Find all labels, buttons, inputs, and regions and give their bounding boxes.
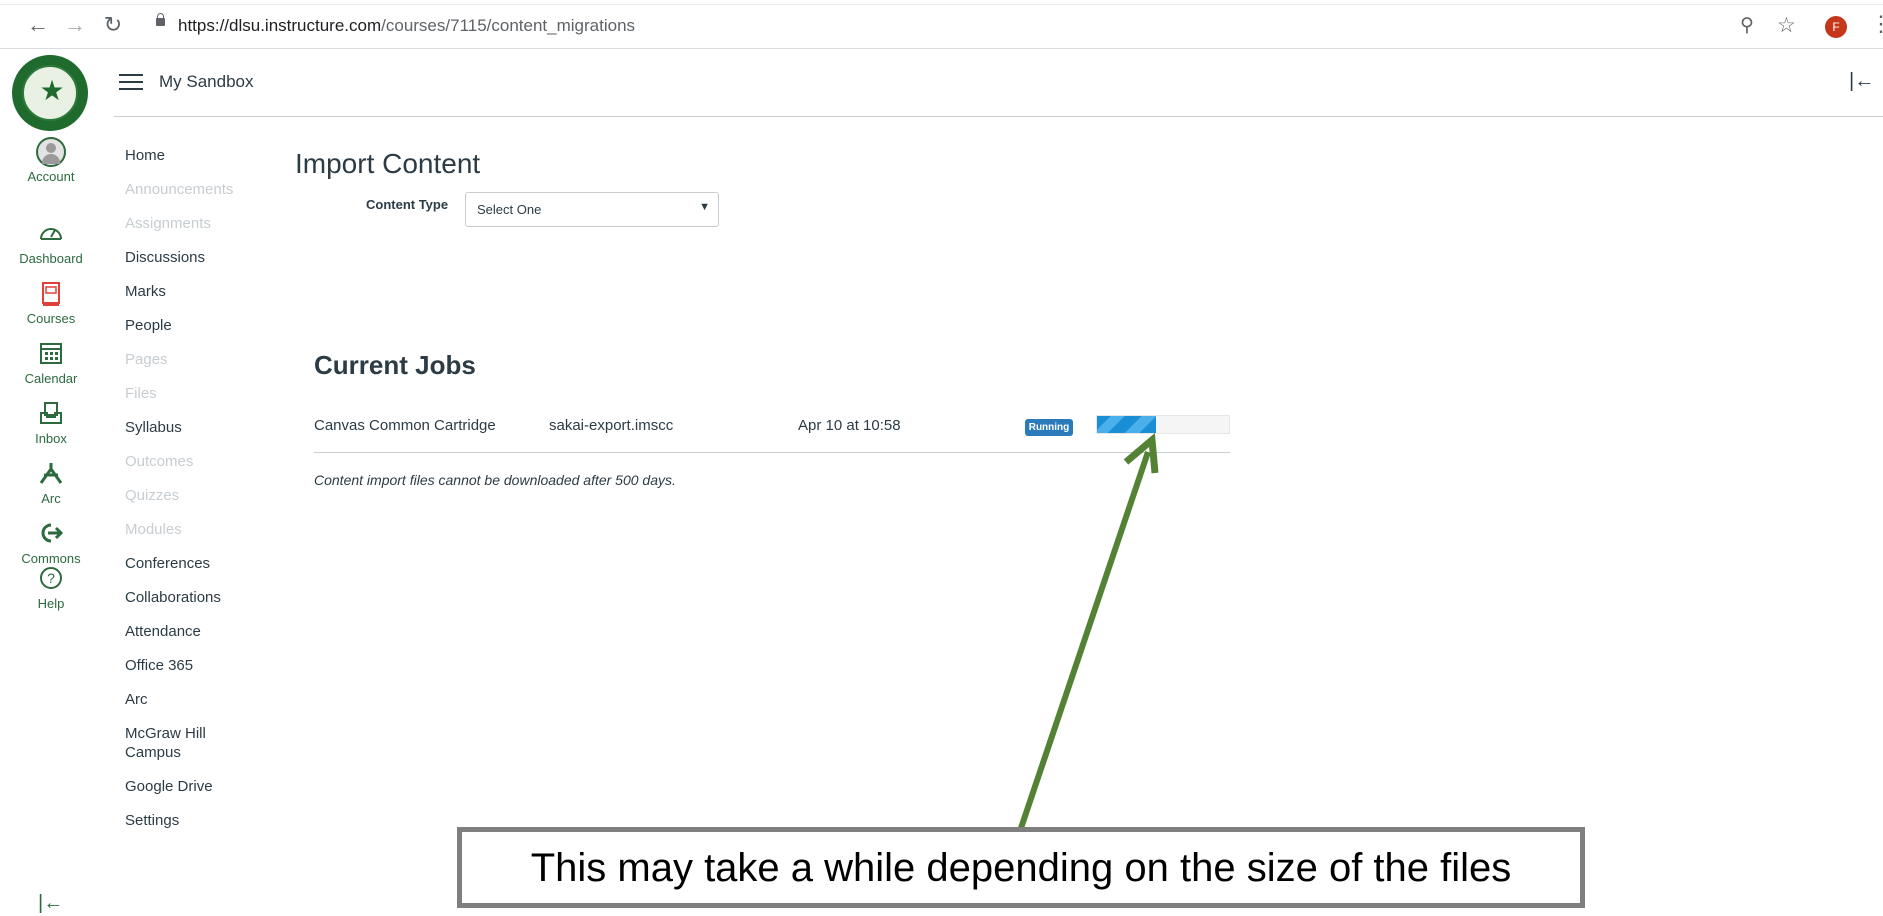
job-divider — [314, 452, 1230, 453]
browser-menu-icon[interactable]: ⋮ — [1870, 13, 1883, 35]
global-nav-courses[interactable]: Courses — [0, 281, 102, 326]
course-nav-arc[interactable]: Arc — [125, 690, 275, 709]
calendar-icon — [0, 341, 102, 369]
courses-icon — [0, 281, 102, 309]
status-badge: Running — [1025, 419, 1073, 436]
course-navigation: Home Announcements Assignments Discussio… — [125, 146, 275, 845]
course-nav-google-drive[interactable]: Google Drive — [125, 777, 275, 796]
global-nav-commons[interactable]: Commons — [0, 521, 102, 566]
course-nav-modules[interactable]: Modules — [125, 520, 275, 539]
global-nav-inbox[interactable]: Inbox — [0, 401, 102, 446]
global-nav-calendar-label: Calendar — [24, 371, 78, 386]
zoom-icon[interactable]: ⚲ — [1740, 14, 1754, 37]
course-nav-quizzes[interactable]: Quizzes — [125, 486, 275, 505]
svg-text:?: ? — [47, 570, 55, 586]
inbox-icon — [0, 401, 102, 429]
course-nav-mcgraw-hill[interactable]: McGraw Hill Campus — [125, 724, 225, 762]
job-file: sakai-export.imscc — [549, 417, 674, 434]
browser-toolbar: ← → ↻ https://dlsu.instructure.com/cours… — [0, 0, 1883, 49]
job-date: Apr 10 at 10:58 — [798, 417, 901, 434]
global-nav-dashboard-label: Dashboard — [19, 251, 83, 266]
hamburger-menu-icon[interactable] — [119, 74, 143, 92]
forward-arrow-icon[interactable]: → — [62, 12, 88, 38]
dashboard-icon — [0, 221, 102, 249]
reload-icon[interactable]: ↻ — [100, 12, 126, 38]
course-nav-pages[interactable]: Pages — [125, 350, 275, 369]
annotation-text: This may take a while depending on the s… — [530, 846, 1512, 890]
progress-bar — [1096, 415, 1230, 434]
university-logo[interactable]: ★ — [12, 55, 88, 131]
annotation-arrow — [1018, 432, 1159, 829]
current-jobs-heading: Current Jobs — [314, 350, 476, 380]
url-text[interactable]: https://dlsu.instructure.com/courses/711… — [178, 16, 635, 36]
page-title: Import Content — [295, 148, 481, 179]
global-nav-arc-label: Arc — [41, 491, 61, 506]
course-nav-announcements[interactable]: Announcements — [125, 180, 275, 199]
collapse-sidebar-icon[interactable]: |← — [1849, 70, 1874, 93]
profile-avatar[interactable]: F — [1825, 16, 1847, 38]
global-nav-commons-label: Commons — [21, 551, 81, 566]
course-nav-assignments[interactable]: Assignments — [125, 214, 275, 233]
arc-icon — [0, 461, 102, 489]
course-nav-collaborations[interactable]: Collaborations — [125, 588, 275, 607]
global-nav-calendar[interactable]: Calendar — [0, 341, 102, 386]
account-icon — [36, 137, 66, 167]
course-nav-office-365[interactable]: Office 365 — [125, 656, 275, 675]
course-nav-settings[interactable]: Settings — [125, 811, 275, 830]
back-arrow-icon[interactable]: ← — [25, 12, 51, 38]
job-type: Canvas Common Cartridge — [314, 417, 496, 434]
global-nav-account-label: Account — [27, 169, 75, 184]
course-nav-marks[interactable]: Marks — [125, 282, 275, 301]
course-nav-files[interactable]: Files — [125, 384, 275, 403]
course-nav-discussions[interactable]: Discussions — [125, 248, 275, 267]
course-nav-attendance[interactable]: Attendance — [125, 622, 275, 641]
course-nav-home[interactable]: Home — [125, 146, 275, 165]
collapse-nav-icon[interactable]: |← — [38, 892, 63, 915]
logo-star-icon: ★ — [39, 75, 65, 106]
progress-bar-fill — [1097, 416, 1157, 433]
course-nav-syllabus[interactable]: Syllabus — [125, 418, 275, 437]
global-nav-inbox-label: Inbox — [35, 431, 67, 446]
global-nav-dashboard[interactable]: Dashboard — [0, 221, 102, 266]
global-nav-arc[interactable]: Arc — [0, 461, 102, 506]
global-nav-courses-label: Courses — [26, 311, 76, 326]
commons-icon — [0, 521, 102, 549]
content-type-select[interactable]: Select One ▼ — [465, 192, 719, 227]
course-nav-outcomes[interactable]: Outcomes — [125, 452, 275, 471]
help-icon: ? — [0, 566, 102, 594]
annotation-callout: This may take a while depending on the s… — [457, 827, 1585, 908]
tab-strip-edge — [0, 4, 1883, 5]
lock-icon — [156, 13, 165, 26]
global-navigation: ★ Account Dashboard Courses Calendar Inb… — [0, 49, 102, 916]
global-nav-help[interactable]: ? Help — [0, 566, 102, 611]
content-type-label: Content Type — [366, 197, 449, 212]
header-divider — [114, 116, 1883, 117]
global-nav-help-label: Help — [37, 596, 65, 611]
course-nav-people[interactable]: People — [125, 316, 275, 335]
url-path: /courses/7115/content_migrations — [381, 16, 636, 35]
course-nav-conferences[interactable]: Conferences — [125, 554, 275, 573]
download-note: Content import files cannot be downloade… — [314, 472, 676, 488]
dropdown-arrow-icon: ▼ — [699, 201, 710, 213]
breadcrumb[interactable]: My Sandbox — [159, 72, 254, 92]
content-type-value: Select One — [477, 202, 542, 217]
url-host: https://dlsu.instructure.com — [178, 16, 382, 35]
bookmark-star-icon[interactable]: ☆ — [1777, 13, 1796, 38]
global-nav-account[interactable]: Account — [0, 137, 102, 184]
